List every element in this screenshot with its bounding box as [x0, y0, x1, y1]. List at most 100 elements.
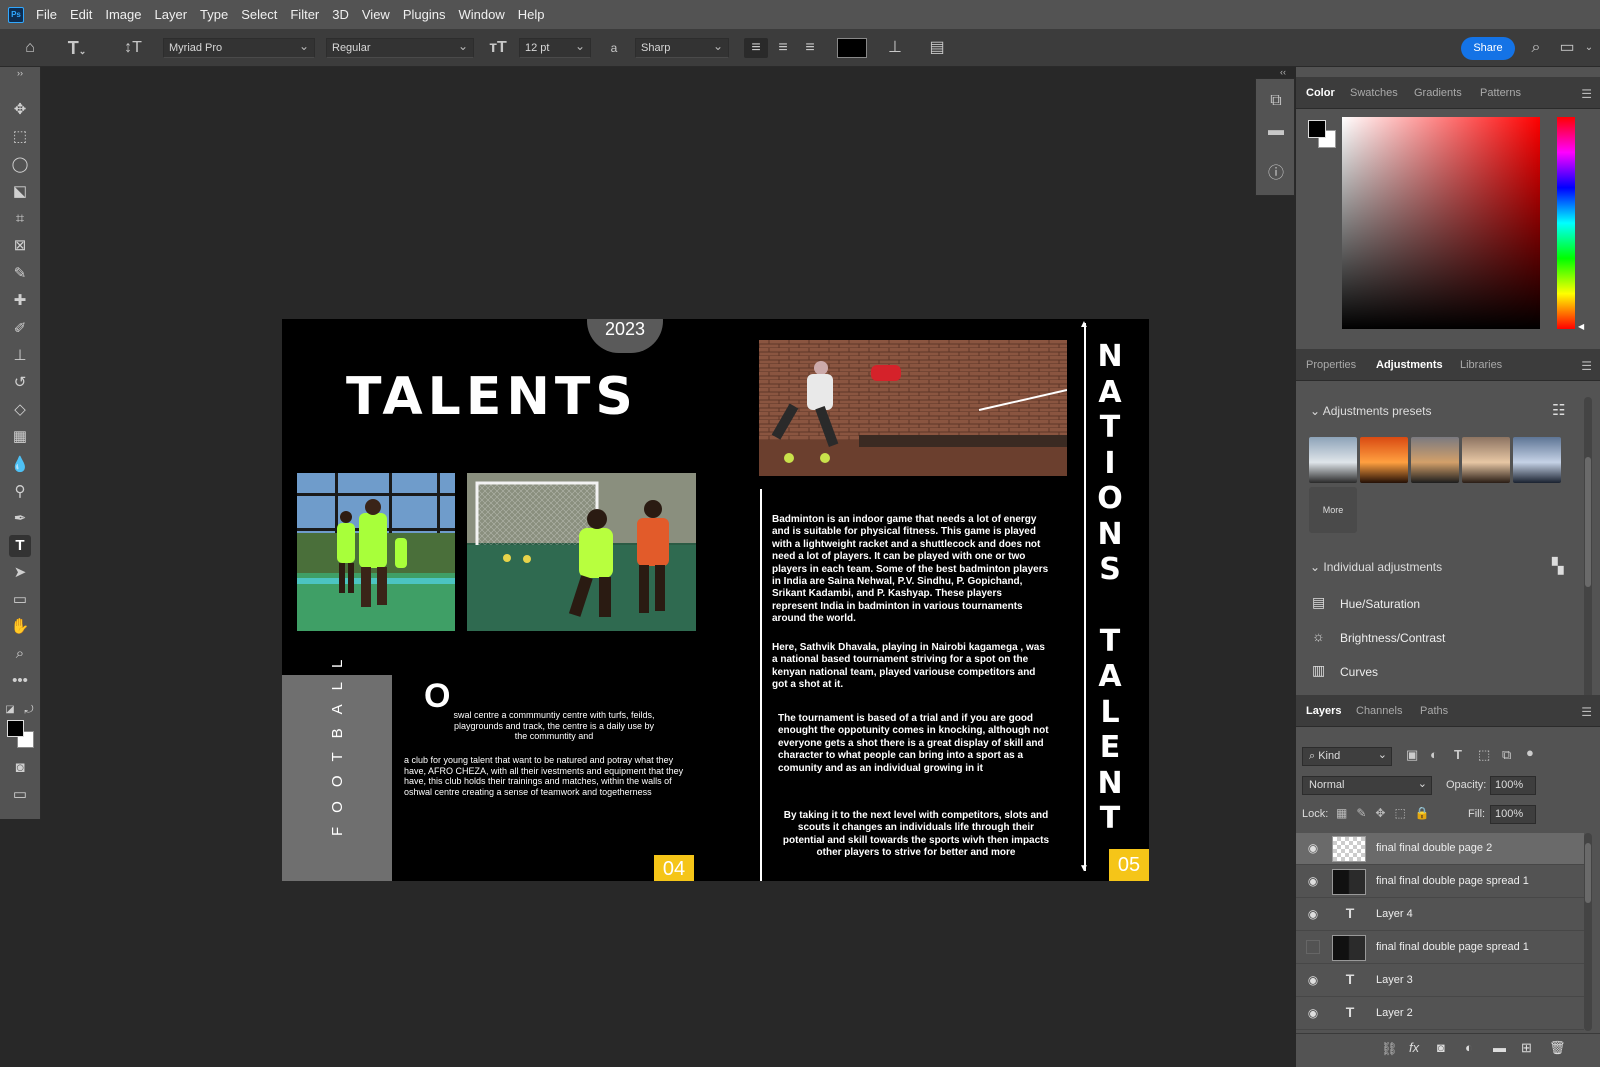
menu-layer[interactable]: Layer: [155, 7, 188, 22]
eye-icon[interactable]: ◉: [1306, 874, 1320, 888]
opacity-input[interactable]: 100%: [1490, 776, 1536, 795]
healing-brush-tool-icon[interactable]: ✚: [9, 290, 31, 312]
workspace-chevron-icon[interactable]: ⌄: [1582, 38, 1596, 58]
character-panel-icon[interactable]: ▤: [926, 38, 948, 58]
add-mask-icon[interactable]: ◙: [1437, 1040, 1445, 1055]
collapse-icon[interactable]: ››: [9, 67, 31, 79]
tab-paths[interactable]: Paths: [1420, 705, 1448, 717]
adjust-curves[interactable]: Curves: [1340, 665, 1378, 679]
filter-toggle-icon[interactable]: ●: [1526, 745, 1534, 760]
menu-help[interactable]: Help: [518, 7, 545, 22]
eye-icon[interactable]: ◉: [1306, 907, 1320, 921]
tab-layers[interactable]: Layers: [1306, 705, 1341, 717]
tab-adjustments[interactable]: Adjustments: [1376, 359, 1443, 371]
individual-header[interactable]: ⌄ Individual adjustments: [1310, 560, 1442, 574]
layer-row[interactable]: ◉ T Layer 3: [1296, 965, 1584, 997]
default-colors-icon[interactable]: ◪: [3, 699, 17, 721]
align-left-icon[interactable]: ≡: [744, 38, 768, 58]
preset-thumb-5[interactable]: [1513, 437, 1561, 483]
color-field[interactable]: [1342, 117, 1540, 329]
text-orientation-icon[interactable]: ↕T: [122, 38, 144, 58]
layer-name[interactable]: final final double page 2: [1376, 842, 1492, 854]
layer-row[interactable]: ◉ final final double page 2: [1296, 833, 1584, 865]
lock-icons[interactable]: ▦✎✥⬚🔒: [1336, 806, 1439, 820]
info-icon[interactable]: ⓘ: [1265, 164, 1287, 184]
layer-name[interactable]: Layer 4: [1376, 908, 1413, 920]
layer-row[interactable]: final final double page spread 1: [1296, 932, 1584, 964]
gradient-tool-icon[interactable]: ▦: [9, 426, 31, 448]
link-layers-icon[interactable]: ⛓: [1381, 1041, 1398, 1057]
foreground-color-swatch[interactable]: [7, 720, 24, 737]
type-tool-preset-icon[interactable]: T⌄: [64, 38, 90, 58]
eraser-tool-icon[interactable]: ◇: [9, 399, 31, 421]
tab-swatches[interactable]: Swatches: [1350, 87, 1398, 99]
layers-panel-menu-icon[interactable]: ☰: [1581, 705, 1592, 719]
move-tool-icon[interactable]: ✥: [9, 99, 31, 121]
filter-smart-object-icon[interactable]: ⧉: [1502, 747, 1511, 763]
layer-thumbnail[interactable]: [1332, 869, 1366, 895]
photoshop-logo[interactable]: Ps: [8, 6, 24, 23]
layer-name[interactable]: final final double page spread 1: [1376, 875, 1529, 887]
delete-layer-icon[interactable]: 🗑: [1549, 1040, 1566, 1056]
layer-name[interactable]: Layer 2: [1376, 1007, 1413, 1019]
new-group-icon[interactable]: ▬: [1493, 1040, 1506, 1055]
menu-select[interactable]: Select: [241, 7, 277, 22]
text-layer-icon[interactable]: T: [1340, 905, 1360, 925]
pen-tool-icon[interactable]: ✒: [9, 508, 31, 530]
blur-tool-icon[interactable]: 💧: [9, 454, 31, 476]
layer-row[interactable]: ◉ T Layer 4: [1296, 899, 1584, 931]
adjust-hue-saturation[interactable]: Hue/Saturation: [1340, 597, 1420, 611]
align-right-icon[interactable]: ≡: [798, 38, 822, 58]
tab-color[interactable]: Color: [1306, 87, 1335, 99]
layer-row[interactable]: ◉ T Layer 2: [1296, 998, 1584, 1030]
presets-header[interactable]: ⌄ Adjustments presets: [1310, 404, 1431, 418]
clone-stamp-tool-icon[interactable]: ⊥: [9, 345, 31, 367]
filter-type-icon[interactable]: T: [1454, 747, 1462, 762]
tab-libraries[interactable]: Libraries: [1460, 359, 1502, 371]
history-brush-tool-icon[interactable]: ↺: [9, 372, 31, 394]
crop-tool-icon[interactable]: ⌗: [9, 208, 31, 230]
align-center-icon[interactable]: ≡: [771, 38, 795, 58]
text-layer-icon[interactable]: T: [1340, 1004, 1360, 1024]
path-selection-tool-icon[interactable]: ➤: [9, 562, 31, 584]
list-view-icon[interactable]: ☷: [1552, 401, 1565, 419]
comments-icon[interactable]: ▬: [1265, 121, 1287, 141]
fx-icon[interactable]: fx: [1409, 1040, 1419, 1055]
document-canvas[interactable]: 2023 TALENTS FOOTBALL O swal centre a co…: [282, 319, 1149, 881]
hue-slider[interactable]: [1557, 117, 1575, 329]
collapse-left-icon[interactable]: ‹‹: [1280, 67, 1294, 78]
filter-adjustment-icon[interactable]: ◐: [1430, 747, 1438, 762]
preset-thumb-1[interactable]: [1309, 437, 1357, 483]
new-layer-icon[interactable]: ⊞: [1521, 1040, 1532, 1056]
hand-tool-icon[interactable]: ✋: [9, 616, 31, 638]
layer-name[interactable]: final final double page spread 1: [1376, 941, 1529, 953]
eye-icon[interactable]: ◉: [1306, 1006, 1320, 1020]
blend-mode-dropdown[interactable]: Normal ⌄: [1302, 776, 1432, 795]
kind-filter-dropdown[interactable]: ⌕ Kind ⌄: [1302, 747, 1392, 766]
color-panel-menu-icon[interactable]: ☰: [1581, 87, 1592, 101]
swap-colors-icon[interactable]: ⤾: [22, 699, 36, 721]
lasso-tool-icon[interactable]: ◯: [9, 154, 31, 176]
fill-input[interactable]: 100%: [1490, 805, 1536, 824]
dodge-tool-icon[interactable]: ⚲: [9, 481, 31, 503]
tab-gradients[interactable]: Gradients: [1414, 87, 1462, 99]
search-icon[interactable]: ⌕: [1526, 38, 1546, 58]
visibility-off-icon[interactable]: [1306, 940, 1320, 954]
layer-thumbnail[interactable]: [1332, 935, 1366, 961]
zoom-tool-icon[interactable]: ⌕: [9, 643, 31, 665]
warp-text-icon[interactable]: ⊥: [884, 38, 906, 58]
marquee-tool-icon[interactable]: ⬚: [9, 126, 31, 148]
object-selection-tool-icon[interactable]: ⬕: [9, 181, 31, 203]
preset-thumb-4[interactable]: [1462, 437, 1510, 483]
layers-scrollbar[interactable]: [1584, 833, 1592, 1031]
frame-tool-icon[interactable]: ⊠: [9, 235, 31, 257]
adjust-panel-menu-icon[interactable]: ☰: [1581, 359, 1592, 373]
hue-pointer-icon[interactable]: ◀: [1578, 322, 1584, 331]
eye-icon[interactable]: ◉: [1306, 841, 1320, 855]
share-button[interactable]: Share: [1461, 37, 1515, 60]
adjust-brightness-contrast[interactable]: Brightness/Contrast: [1340, 631, 1445, 645]
menu-edit[interactable]: Edit: [70, 7, 92, 22]
tab-properties[interactable]: Properties: [1306, 359, 1356, 371]
quick-mask-icon[interactable]: ◙: [9, 757, 31, 779]
type-tool-icon[interactable]: T: [9, 535, 31, 557]
